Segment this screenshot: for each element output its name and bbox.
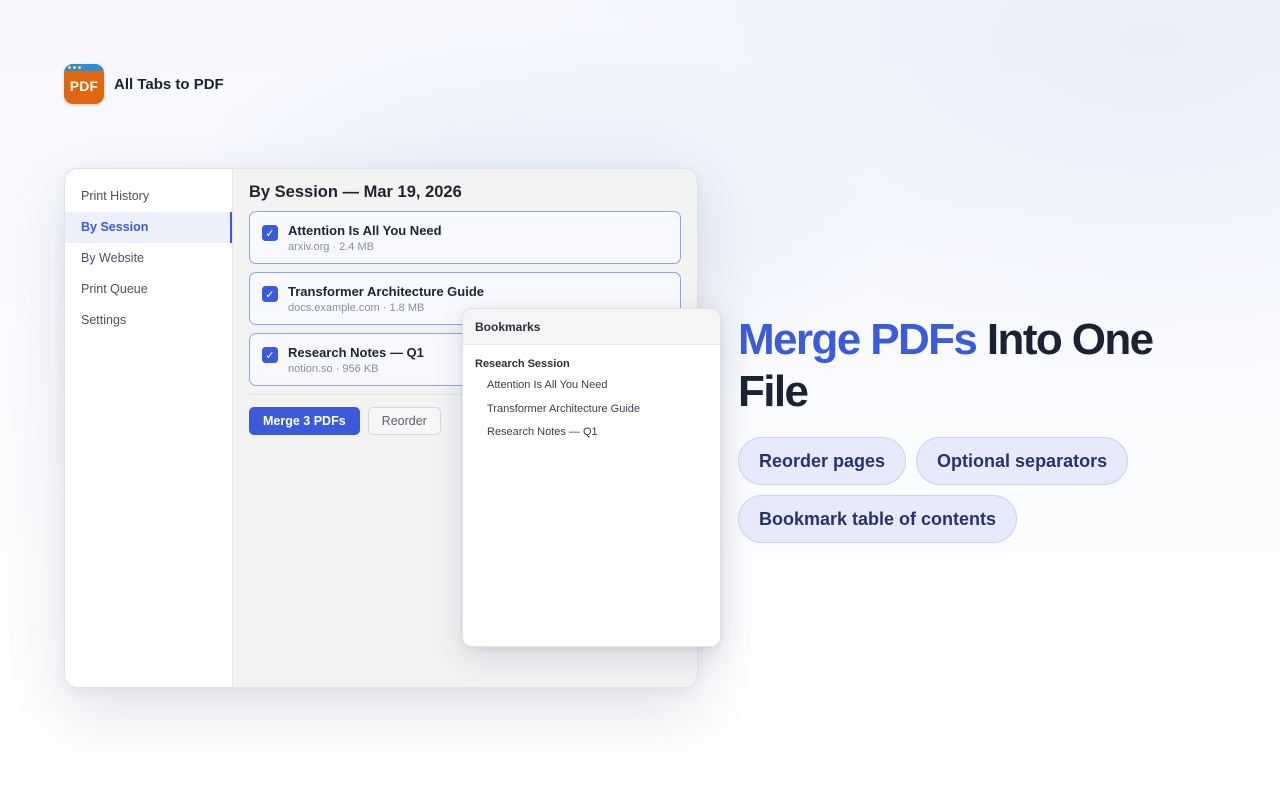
feature-pill-bookmarks: Bookmark table of contents bbox=[738, 495, 1018, 543]
pdf-item-meta: arxiv.org · 2.4 MB bbox=[288, 241, 374, 253]
pdf-item[interactable]: ✓ Attention Is All You Need arxiv.org · … bbox=[249, 211, 681, 264]
app-logo-icon: PDF bbox=[64, 64, 104, 104]
bookmark-item[interactable]: Research Notes — Q1 bbox=[475, 426, 708, 450]
sidebar: Print History By Session By Website Prin… bbox=[65, 169, 233, 687]
session-title: By Session — Mar 19, 2026 bbox=[249, 183, 462, 201]
bookmark-group[interactable]: Research Session bbox=[475, 358, 708, 370]
pdf-item-title: Research Notes — Q1 bbox=[288, 345, 424, 360]
checkbox-checked-icon[interactable]: ✓ bbox=[262, 286, 278, 302]
hero-headline-accent: Merge PDFs bbox=[738, 315, 978, 364]
sidebar-item-by-session[interactable]: By Session bbox=[65, 212, 232, 243]
bookmarks-list: Research Session Attention Is All You Ne… bbox=[463, 345, 720, 450]
bookmarks-panel: Bookmarks Research Session Attention Is … bbox=[462, 308, 721, 647]
app-logo-text: PDF bbox=[69, 78, 99, 94]
bookmark-item[interactable]: Attention Is All You Need bbox=[475, 379, 708, 403]
pdf-item-text: Attention Is All You Need arxiv.org · 2.… bbox=[288, 223, 442, 253]
brand: PDF All Tabs to PDF bbox=[64, 64, 224, 104]
bookmark-item[interactable]: Transformer Architecture Guide bbox=[475, 403, 708, 427]
app-name: All Tabs to PDF bbox=[114, 75, 224, 93]
checkbox-checked-icon[interactable]: ✓ bbox=[262, 347, 278, 363]
pdf-item-meta: notion.so · 956 KB bbox=[288, 363, 379, 375]
hero-headline: Merge PDFs Into One File bbox=[738, 314, 1218, 418]
merge-button[interactable]: Merge 3 PDFs bbox=[249, 407, 360, 435]
feature-pills: Reorder pages Optional separators Bookma… bbox=[738, 437, 1188, 543]
sidebar-item-by-website[interactable]: By Website bbox=[65, 243, 232, 274]
sidebar-item-settings[interactable]: Settings bbox=[65, 305, 232, 336]
pdf-item-text: Research Notes — Q1 notion.so · 956 KB bbox=[288, 345, 424, 375]
sidebar-item-print-history[interactable]: Print History bbox=[65, 181, 232, 212]
bookmarks-header: Bookmarks bbox=[463, 309, 720, 345]
pdf-item-meta: docs.example.com · 1.8 MB bbox=[288, 302, 425, 314]
checkbox-checked-icon[interactable]: ✓ bbox=[262, 225, 278, 241]
pdf-item-title: Transformer Architecture Guide bbox=[288, 284, 485, 299]
sidebar-item-print-queue[interactable]: Print Queue bbox=[65, 274, 232, 305]
feature-pill-separators: Optional separators bbox=[916, 437, 1129, 485]
reorder-button[interactable]: Reorder bbox=[367, 407, 441, 435]
feature-pill-reorder: Reorder pages bbox=[738, 437, 907, 485]
pdf-item-text: Transformer Architecture Guide docs.exam… bbox=[288, 284, 484, 314]
pdf-item-title: Attention Is All You Need bbox=[288, 223, 442, 238]
